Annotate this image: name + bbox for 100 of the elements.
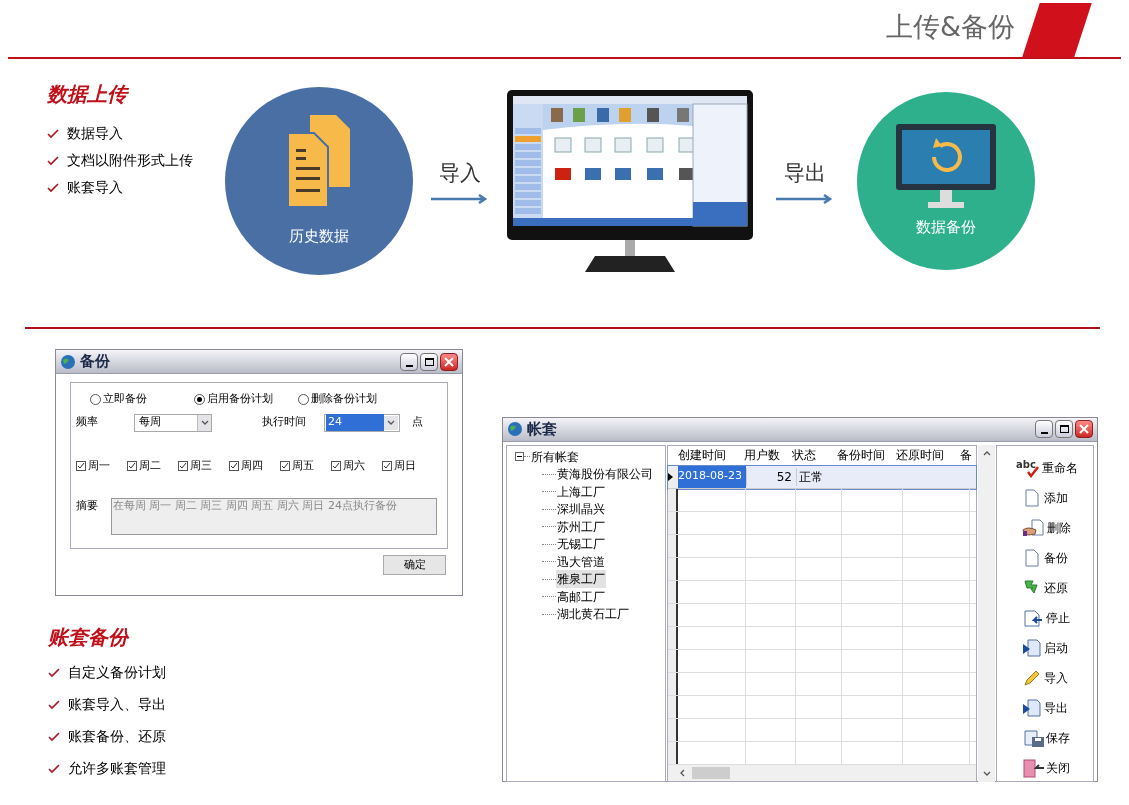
close-icon [1079, 424, 1089, 435]
table-row[interactable]: 2018-08-23 52 正常 [668, 465, 976, 489]
maximize-button[interactable] [1055, 420, 1073, 439]
ok-button[interactable]: 确定 [383, 555, 446, 575]
day-checkbox[interactable]: 周一 [76, 457, 127, 474]
scrollbar-thumb[interactable] [692, 766, 730, 779]
checkbox[interactable] [76, 460, 86, 471]
arrow-label: 导出 [784, 160, 826, 188]
globe-icon [507, 421, 523, 438]
checkmark-icon [47, 182, 59, 193]
table-cell: 52 [746, 467, 796, 486]
day-checkbox[interactable]: 周三 [178, 457, 229, 474]
minimize-icon [1040, 432, 1048, 435]
checkmark-icon [48, 699, 60, 710]
field-label: 执行时间 [262, 414, 307, 431]
monitor-refresh-icon [896, 123, 996, 210]
checkbox[interactable] [382, 460, 392, 471]
checkbox[interactable] [178, 460, 188, 471]
table-cell: 2018-08-23 [678, 465, 746, 488]
day-checkbox[interactable]: 周日 [382, 457, 433, 474]
tree-item[interactable]: 雅泉工厂 [556, 570, 606, 589]
radio-option[interactable]: 启用备份计划 [194, 391, 298, 408]
right-arrow-icon [431, 193, 489, 204]
action-button[interactable]: 删除 [1019, 515, 1071, 540]
bullet-text: 账套导入、导出 [68, 695, 166, 714]
action-button[interactable]: 启动 [1022, 635, 1068, 660]
column-header[interactable]: 创建时间 [677, 445, 744, 466]
tree-item[interactable]: 迅大管道 [556, 552, 606, 571]
day-checkbox[interactable]: 周五 [280, 457, 331, 474]
action-button[interactable]: 备份 [1022, 545, 1068, 570]
tree-item[interactable]: 无锡工厂 [556, 535, 606, 554]
checkmark-icon [128, 461, 136, 470]
arrow-label: 导入 [439, 160, 481, 188]
frequency-dropdown[interactable]: 每周 [134, 413, 212, 432]
checkbox[interactable] [280, 460, 290, 471]
bullet-text: 账套导入 [67, 178, 123, 197]
action-button[interactable]: 添加 [1022, 485, 1068, 510]
action-button[interactable]: 导入 [1022, 665, 1068, 690]
day-checkbox[interactable]: 周二 [127, 457, 178, 474]
unit-label: 点 [412, 414, 423, 431]
row-header[interactable] [668, 465, 678, 488]
maximize-icon [424, 357, 434, 366]
page-title: 上传&备份 [885, 9, 1015, 44]
bullet-text: 允许多账套管理 [68, 759, 166, 778]
tree-item[interactable]: 湖北黄石工厂 [556, 605, 630, 624]
radio-option[interactable]: 立即备份 [90, 391, 194, 408]
day-checkbox[interactable]: 周四 [229, 457, 280, 474]
window-title: 帐套 [527, 419, 557, 440]
tree-item[interactable]: 上海工厂 [556, 482, 606, 501]
action-button[interactable]: 关闭 [1020, 755, 1070, 780]
field-label: 频率 [76, 414, 99, 431]
tree-item[interactable]: 黄海股份有限公司 [556, 465, 654, 484]
vertical-scrollbar[interactable] [978, 444, 995, 782]
checkmark-icon [230, 461, 238, 470]
action-button[interactable]: abc 重命名 [1012, 455, 1078, 480]
bullet-text: 文档以附件形式上传 [67, 151, 193, 170]
day-checkbox[interactable]: 周六 [331, 457, 382, 474]
checkmark-icon [332, 461, 340, 470]
minimize-button[interactable] [1035, 420, 1053, 439]
field-label: 摘要 [76, 498, 99, 514]
caret-icon [200, 418, 209, 427]
column-header[interactable]: 状态 [791, 445, 837, 466]
column-header[interactable]: 备份时间 [836, 445, 896, 466]
section-heading: 账套备份 [48, 624, 131, 651]
action-button[interactable]: 还原 [1022, 575, 1068, 600]
tree-item[interactable]: 苏州工厂 [556, 517, 606, 536]
radio-option[interactable]: 删除备份计划 [298, 391, 402, 408]
page-icon [1022, 547, 1042, 568]
column-header[interactable]: 还原时间 [895, 445, 961, 466]
action-button[interactable]: 导出 [1022, 695, 1068, 720]
page-icon [1022, 487, 1042, 508]
circle-label: 历史数据 [289, 225, 349, 247]
action-button[interactable]: 停止 [1020, 605, 1070, 630]
tree-item[interactable]: 高邮工厂 [556, 587, 606, 606]
action-button[interactable]: 保存 [1020, 725, 1070, 750]
tree-item[interactable]: 所有帐套 [531, 447, 579, 466]
checkmark-icon [383, 461, 391, 470]
section-heading: 数据上传 [47, 81, 130, 108]
column-header[interactable]: 备 [960, 445, 976, 466]
column-header[interactable]: 用户数 [743, 445, 792, 466]
time-dropdown[interactable]: 24 [324, 413, 400, 432]
minimize-button[interactable] [400, 352, 418, 371]
maximize-button[interactable] [420, 352, 438, 371]
close-button[interactable] [1075, 420, 1093, 439]
checkmark-icon [77, 461, 85, 470]
maximize-icon [1059, 425, 1069, 434]
bullet-text: 账套备份、还原 [68, 727, 166, 746]
checkbox[interactable] [229, 460, 239, 471]
checkmark-icon [47, 128, 59, 139]
caret-icon [387, 418, 395, 427]
checkbox[interactable] [331, 460, 341, 471]
circle-label: 数据备份 [916, 216, 976, 238]
checkbox[interactable] [127, 460, 137, 471]
close-icon [444, 356, 454, 367]
bullet-text: 自定义备份计划 [68, 663, 166, 682]
globe-icon [60, 353, 76, 370]
close-button[interactable] [440, 352, 458, 371]
checkmark-icon [281, 461, 289, 470]
tree-item[interactable]: 深圳晶兴 [556, 500, 606, 519]
tree-toggle[interactable] [515, 452, 524, 461]
